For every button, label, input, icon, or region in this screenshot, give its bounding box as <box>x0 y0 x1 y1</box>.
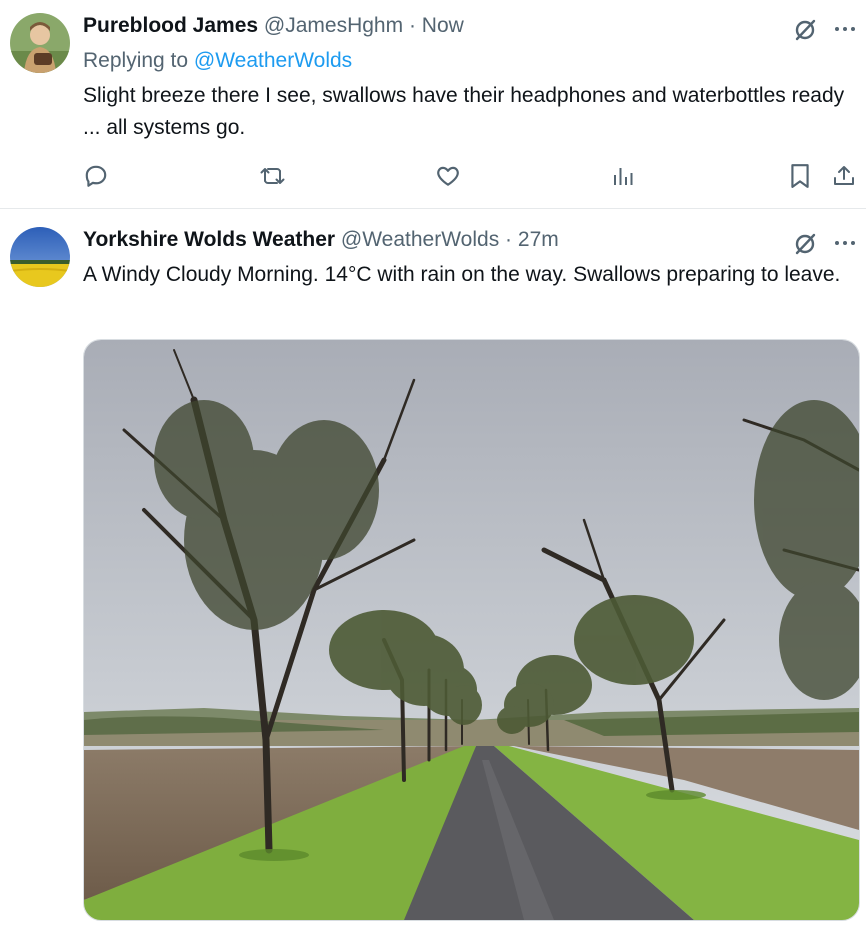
timestamp[interactable]: 27m <box>518 228 559 251</box>
separator: · <box>505 228 513 251</box>
share-icon[interactable] <box>829 160 859 192</box>
grok-icon[interactable] <box>790 15 822 43</box>
tweet-text: Slight breeze there I see, swallows have… <box>83 84 845 139</box>
like-icon[interactable] <box>432 160 464 192</box>
grok-icon[interactable] <box>790 229 822 257</box>
avatar[interactable] <box>10 13 70 73</box>
replying-to-prefix: Replying to <box>83 49 189 72</box>
user-handle[interactable]: @WeatherWolds <box>341 228 499 251</box>
tweet-text: A Windy Cloudy Morning. 14°C with rain o… <box>83 263 841 286</box>
replying-to: Replying to @WeatherWolds <box>83 49 352 73</box>
separator: · <box>408 14 416 37</box>
more-icon[interactable] <box>830 229 860 257</box>
display-name[interactable]: Yorkshire Wolds Weather <box>83 228 335 251</box>
display-name[interactable]: Pureblood James <box>83 14 258 37</box>
reply-tweet[interactable]: Pureblood James @JamesHghm · Now Replyin… <box>0 0 866 208</box>
retweet-icon[interactable] <box>256 160 290 192</box>
reply-icon[interactable] <box>80 160 112 192</box>
avatar[interactable] <box>10 227 70 287</box>
user-handle[interactable]: @JamesHghm <box>264 14 403 37</box>
tweet-photo[interactable] <box>83 339 860 921</box>
timestamp[interactable]: Now <box>422 14 464 37</box>
replying-to-handle[interactable]: @WeatherWolds <box>194 49 352 72</box>
bookmark-icon[interactable] <box>785 160 815 192</box>
more-icon[interactable] <box>830 15 860 43</box>
views-icon[interactable] <box>608 160 638 192</box>
